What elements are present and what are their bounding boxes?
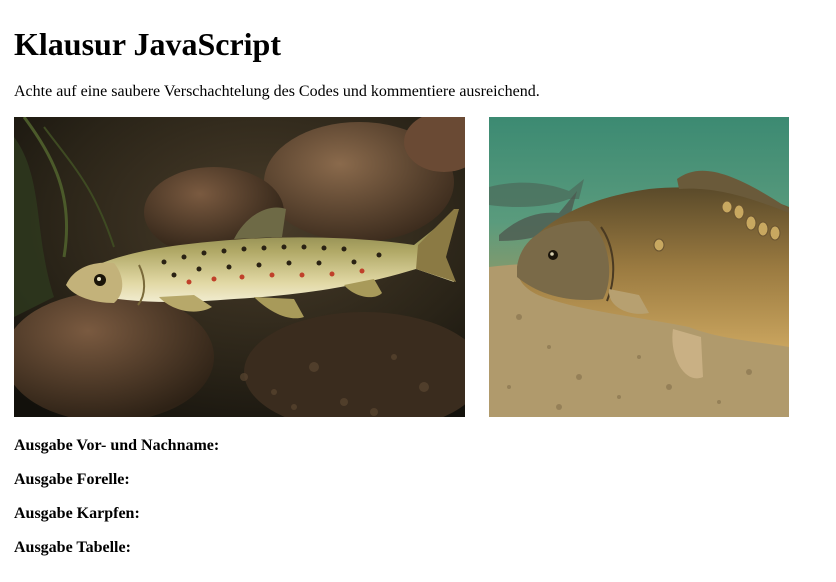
- output-carp-label: Ausgabe Karpfen:: [14, 505, 140, 522]
- output-name-label: Ausgabe Vor- und Nachname:: [14, 437, 220, 454]
- output-table-label: Ausgabe Tabelle:: [14, 539, 131, 556]
- carp-photo: [489, 117, 789, 417]
- page-title: Klausur JavaScript: [14, 26, 281, 62]
- output-trout-label: Ausgabe Forelle:: [14, 471, 130, 488]
- intro-text: Achte auf eine saubere Verschachtelung d…: [14, 83, 540, 100]
- trout-photo: [14, 117, 465, 417]
